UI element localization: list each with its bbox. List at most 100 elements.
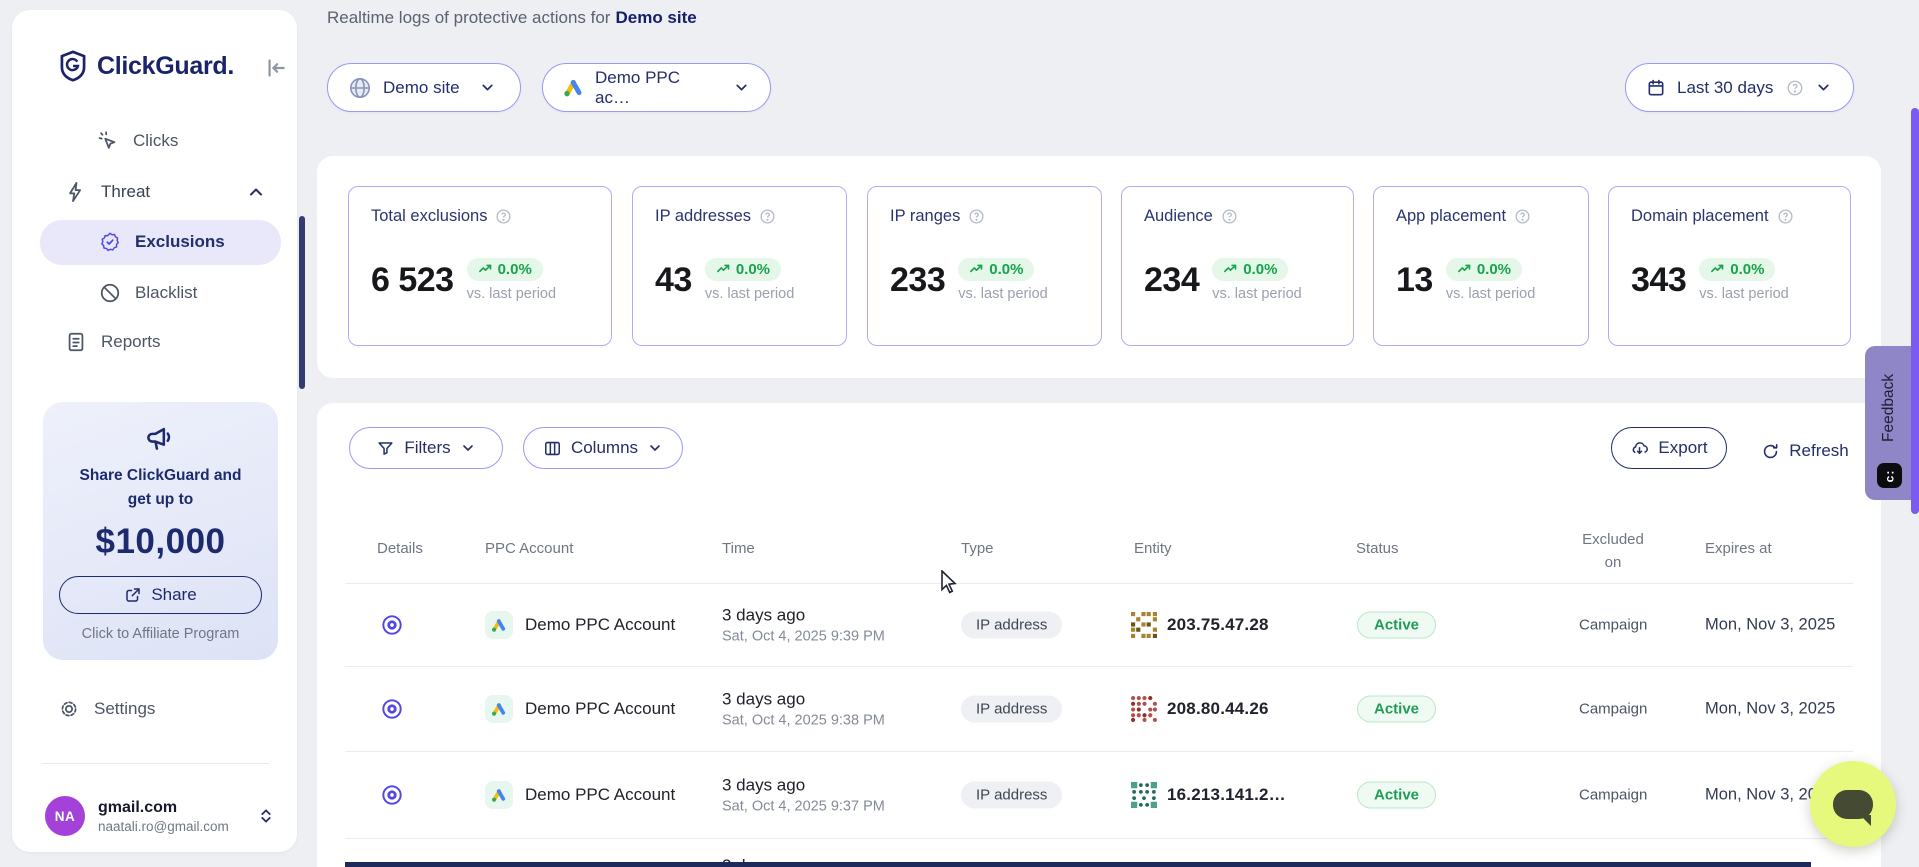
chevron-down-icon: [647, 440, 663, 456]
details-eye-icon[interactable]: [379, 696, 405, 722]
sidebar-item-label: Clicks: [133, 131, 178, 151]
chevron-down-icon: [460, 440, 476, 456]
stat-delta-value: 0.0%: [736, 261, 770, 278]
page-scrollbar[interactable]: [1911, 108, 1919, 514]
time-relative: 3 days ago: [722, 605, 885, 625]
excluded-on-value: Campaign: [1579, 786, 1647, 803]
chat-launcher-button[interactable]: [1810, 761, 1896, 847]
column-header-details: Details: [377, 540, 423, 557]
sidebar-item-label: Threat: [101, 182, 150, 202]
stat-caption: vs. last period: [958, 286, 1047, 302]
date-range-selector[interactable]: Last 30 days: [1625, 63, 1854, 112]
sidebar-collapse-icon[interactable]: [262, 55, 288, 81]
columns-button-label: Columns: [571, 438, 638, 458]
sidebar-scrollbar[interactable]: [299, 216, 305, 389]
stat-caption: vs. last period: [1699, 286, 1788, 302]
stat-caption: vs. last period: [467, 286, 556, 302]
stat-card-total-exclusions: Total exclusions 6 523 0.0% vs. last per…: [348, 186, 612, 346]
sidebar-item-reports[interactable]: Reports: [65, 331, 161, 353]
stat-card-ip-ranges: IP ranges 233 0.0% vs. last period: [867, 186, 1102, 346]
sidebar-item-exclusions-content[interactable]: Exclusions: [99, 231, 225, 253]
page-subtitle-text: Realtime logs of protective actions for: [327, 8, 610, 27]
sidebar-item-clicks[interactable]: Clicks: [97, 130, 178, 152]
expires-at-value: Mon, Nov 3, 2025: [1705, 699, 1835, 718]
trend-up-icon: [716, 262, 731, 277]
help-circle-icon[interactable]: [1514, 208, 1531, 225]
share-button-label: Share: [151, 585, 196, 605]
ppc-account-name: Demo PPC Account: [525, 615, 675, 635]
globe-icon: [348, 76, 372, 100]
help-circle-icon[interactable]: [1221, 208, 1238, 225]
refresh-button[interactable]: Refresh: [1745, 430, 1865, 472]
excluded-on-value: Campaign: [1579, 700, 1647, 717]
refresh-icon: [1761, 442, 1780, 461]
trend-up-icon: [478, 262, 493, 277]
chevron-down-icon: [479, 79, 496, 96]
sidebar-item-settings[interactable]: Settings: [58, 698, 155, 720]
sidebar-item-threat[interactable]: Threat: [65, 181, 150, 203]
account-name: gmail.com: [98, 799, 229, 817]
help-circle-icon[interactable]: [495, 208, 512, 225]
column-header-entity: Entity: [1134, 540, 1172, 557]
external-link-icon: [124, 586, 142, 604]
columns-button[interactable]: Columns: [523, 427, 683, 469]
avatar: NA: [45, 796, 85, 836]
account-email: naatali.ro@gmail.com: [98, 819, 229, 834]
status-badge: Active: [1357, 695, 1436, 722]
details-eye-icon[interactable]: [379, 782, 405, 808]
entity-identicon: [1131, 782, 1157, 808]
help-circle-icon[interactable]: [1777, 208, 1794, 225]
table-row[interactable]: Demo PPC Account 3 days ago Sat, Oct 4, …: [317, 666, 1881, 751]
stat-card-domain-placement: Domain placement 343 0.0% vs. last perio…: [1608, 186, 1851, 346]
google-ads-icon: [485, 695, 513, 723]
feedback-tab[interactable]: Feedback c:: [1865, 346, 1913, 500]
column-header-status: Status: [1356, 540, 1399, 557]
affiliate-promo-card[interactable]: Share ClickGuard and get up to $10,000 S…: [43, 402, 278, 660]
cursor-click-icon: [97, 130, 119, 152]
chevron-up-icon[interactable]: [246, 182, 266, 202]
site-selector[interactable]: Demo site: [327, 63, 521, 112]
help-circle-icon[interactable]: [968, 208, 985, 225]
sidebar: ClickGuard. Clicks Threat: [12, 10, 297, 852]
promo-text-line2: get up to: [43, 488, 278, 512]
affiliate-link[interactable]: Click to Affiliate Program: [43, 626, 278, 642]
share-button[interactable]: Share: [59, 576, 262, 614]
stat-delta-value: 0.0%: [989, 261, 1023, 278]
stat-card-audience: Audience 234 0.0% vs. last period: [1121, 186, 1354, 346]
megaphone-icon: [144, 422, 178, 456]
type-badge: IP address: [961, 611, 1062, 638]
columns-icon: [543, 439, 562, 458]
stat-label: Domain placement: [1631, 207, 1769, 226]
sidebar-item-label: Reports: [101, 332, 161, 352]
brand-logo[interactable]: ClickGuard.: [58, 50, 234, 82]
export-button[interactable]: Export: [1611, 427, 1727, 469]
horizontal-scrollbar[interactable]: [345, 862, 1811, 867]
sidebar-item-blacklist[interactable]: Blacklist: [99, 282, 197, 304]
stats-panel: Total exclusions 6 523 0.0% vs. last per…: [317, 156, 1881, 378]
ppc-account-selector-value: Demo PPC ac…: [595, 68, 714, 108]
status-badge: Active: [1357, 781, 1436, 808]
ppc-account-selector[interactable]: Demo PPC ac…: [542, 63, 771, 112]
column-header-type: Type: [961, 540, 994, 557]
stat-value: 233: [890, 260, 945, 300]
badge-check-icon: [99, 231, 121, 253]
google-ads-icon: [563, 77, 584, 98]
date-range-value: Last 30 days: [1677, 78, 1773, 98]
time-absolute: Sat, Oct 4, 2025 9:37 PM: [722, 798, 885, 814]
refresh-button-label: Refresh: [1789, 441, 1849, 461]
help-circle-icon[interactable]: [759, 208, 776, 225]
account-switcher[interactable]: NA gmail.com naatali.ro@gmail.com: [45, 793, 275, 839]
chevron-updown-icon: [257, 805, 275, 827]
table-row[interactable]: Demo PPC Account 3 days ago Sat, Oct 4, …: [317, 583, 1881, 666]
stat-label: IP ranges: [890, 207, 960, 226]
page-subtitle-site: Demo site: [615, 8, 696, 27]
export-button-label: Export: [1658, 438, 1707, 458]
table-row[interactable]: Demo PPC Account 3 days ago Sat, Oct 4, …: [317, 751, 1881, 838]
stat-label: Audience: [1144, 207, 1213, 226]
filters-button[interactable]: Filters: [349, 427, 503, 469]
lightning-icon: [65, 181, 87, 203]
promo-amount: $10,000: [43, 522, 278, 562]
details-eye-icon[interactable]: [379, 612, 405, 638]
column-header-time: Time: [722, 540, 755, 557]
column-header-ppc-account: PPC Account: [485, 540, 573, 557]
